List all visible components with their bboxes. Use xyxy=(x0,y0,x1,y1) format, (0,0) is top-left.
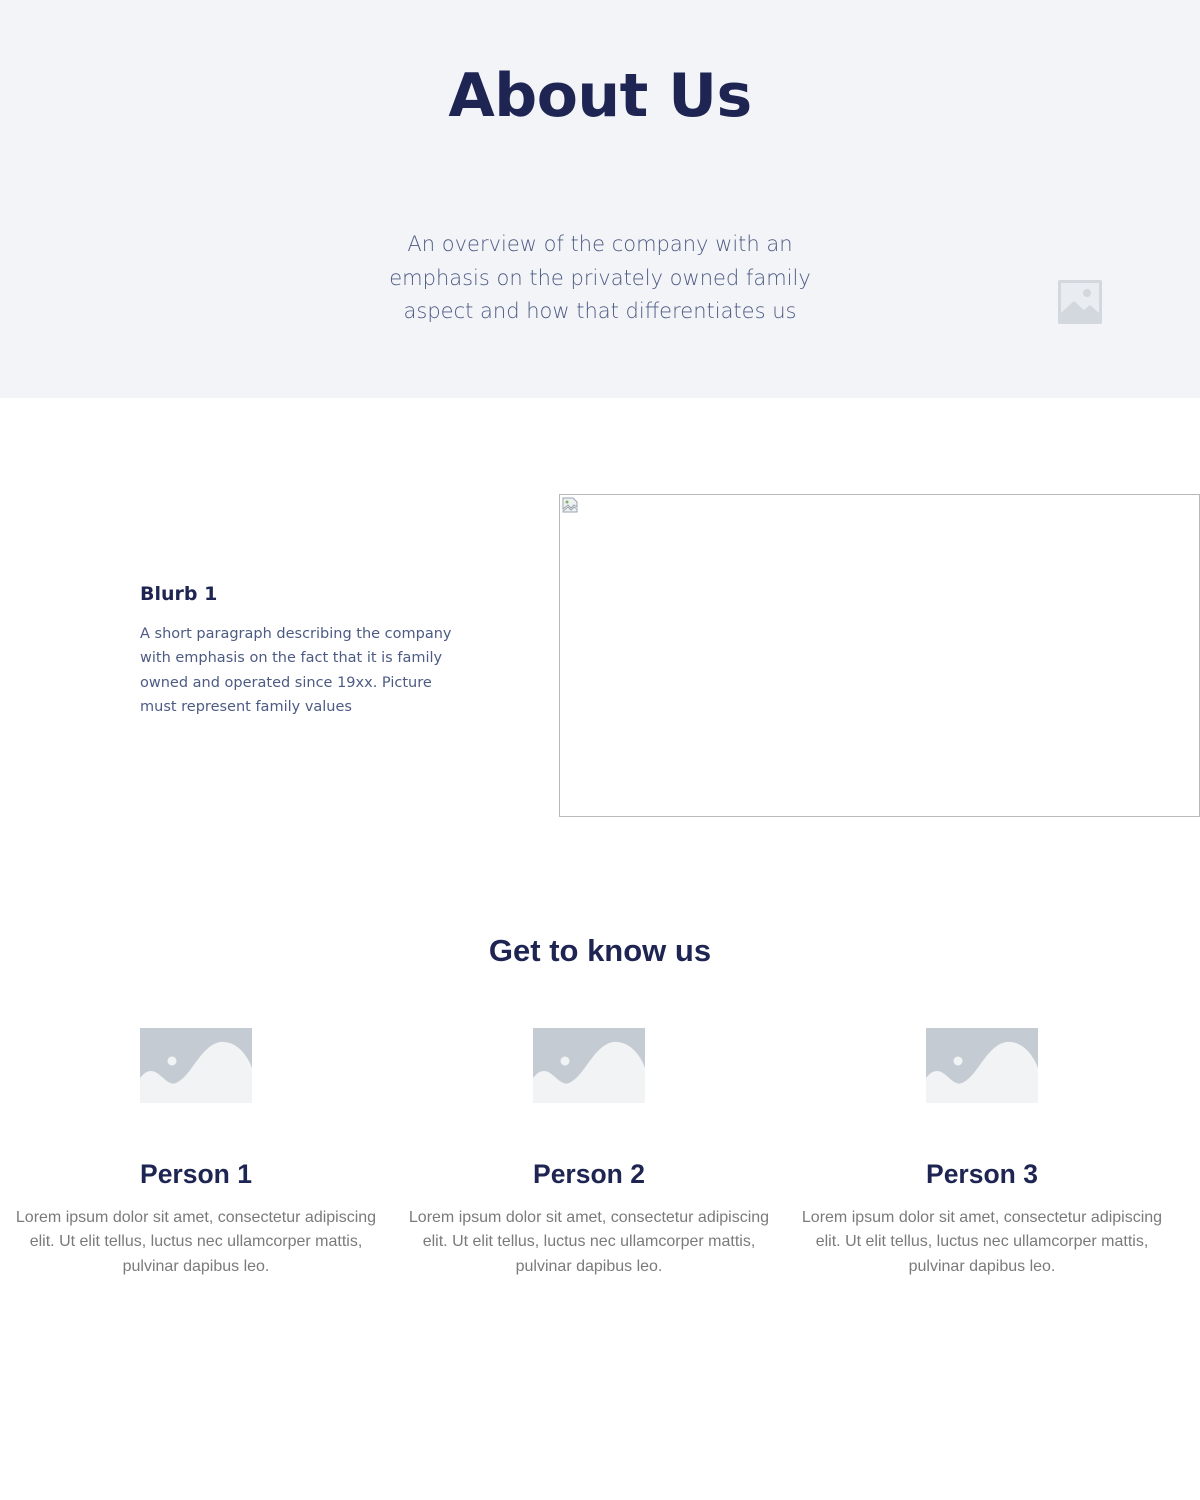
person-name: Person 3 xyxy=(926,1159,1038,1189)
blurb-title: Blurb 1 xyxy=(140,583,218,605)
blurb: Blurb 1 A short paragraph describing the… xyxy=(140,580,460,720)
image-placeholder-icon xyxy=(140,1028,252,1103)
team-section-title: Get to know us xyxy=(488,933,712,968)
about-hero: About Us An overview of the company with… xyxy=(0,0,1200,398)
hero-subtitle: An overview of the company with an empha… xyxy=(389,232,811,323)
image-placeholder-icon xyxy=(533,1028,645,1103)
person-bio: Lorem ipsum dolor sit amet, consectetur … xyxy=(801,1209,1163,1275)
blurb-text: A short paragraph describing the company… xyxy=(140,626,452,716)
person-name: Person 2 xyxy=(533,1159,645,1189)
image-placeholder-icon xyxy=(926,1028,1038,1103)
person-bio: Lorem ipsum dolor sit amet, consectetur … xyxy=(408,1209,770,1275)
family-image xyxy=(559,494,1200,817)
image-placeholder-icon xyxy=(1058,280,1102,324)
person-bio: Lorem ipsum dolor sit amet, consectetur … xyxy=(15,1209,377,1275)
page-title: About Us xyxy=(448,61,752,131)
person-name: Person 1 xyxy=(140,1159,252,1189)
broken-image-icon xyxy=(562,497,578,513)
